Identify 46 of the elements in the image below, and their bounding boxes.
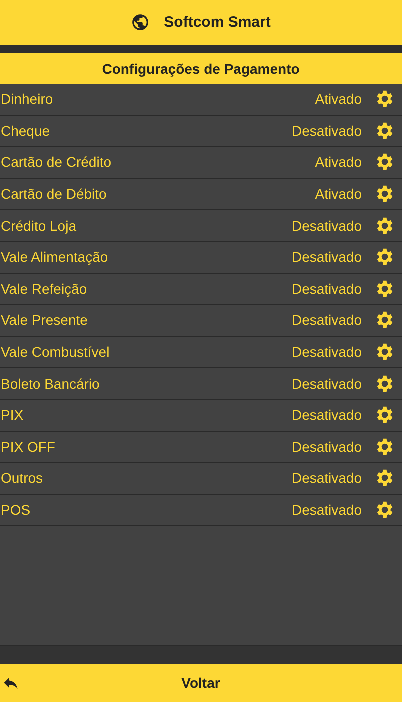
payment-method-name: Cartão de Crédito	[1, 154, 113, 170]
status-label: Desativado	[292, 438, 362, 455]
payment-method-name: Dinheiro	[1, 91, 54, 108]
settings-icon[interactable]	[376, 122, 394, 140]
settings-icon[interactable]	[376, 501, 394, 520]
settings-icon[interactable]	[376, 438, 394, 456]
payment-method-name: Crédito Loja	[1, 218, 78, 234]
payment-method-name: POS	[1, 502, 32, 518]
payment-method-name: Cheque	[1, 122, 52, 139]
payment-method-name: Vale Presente	[1, 312, 89, 328]
status-label: Desativado	[292, 312, 362, 328]
payment-method-name: Vale Combustível	[1, 344, 111, 360]
settings-icon[interactable]	[376, 406, 394, 424]
app-title: Softcom Smart	[164, 14, 271, 31]
status-label: Desativado	[292, 344, 362, 360]
section-title: Configurações de Pagamento	[0, 53, 402, 84]
status-label: Desativado	[292, 376, 362, 392]
status-label: Desativado	[292, 218, 362, 234]
status-label: Desativado	[292, 502, 362, 518]
payment-method-name: Vale Refeição	[1, 280, 88, 297]
settings-icon[interactable]	[376, 248, 394, 266]
status-label: Ativado	[315, 91, 362, 108]
settings-icon[interactable]	[376, 311, 394, 330]
payment-method-name: PIX OFF	[1, 438, 56, 455]
payment-method-name: Outros	[1, 470, 44, 486]
status-label: Desativado	[292, 249, 362, 266]
status-label: Desativado	[292, 122, 362, 139]
settings-icon[interactable]	[376, 185, 394, 204]
payment-method-name: Vale Alimentação	[1, 249, 110, 266]
settings-icon[interactable]	[376, 153, 394, 172]
settings-icon[interactable]	[376, 280, 394, 298]
settings-icon[interactable]	[376, 90, 394, 108]
status-label: Desativado	[292, 470, 362, 486]
settings-icon[interactable]	[376, 343, 394, 362]
payment-method-name: Cartão de Débito	[1, 186, 108, 202]
status-label: Desativado	[292, 280, 362, 297]
settings-icon[interactable]	[376, 469, 394, 488]
status-label: Ativado	[315, 186, 362, 202]
status-label: Ativado	[315, 154, 362, 170]
payment-method-name: Boleto Bancário	[1, 376, 101, 392]
back-button[interactable]: Voltar	[0, 664, 402, 702]
settings-icon[interactable]	[376, 216, 394, 235]
payment-method-name: PIX	[1, 407, 25, 424]
settings-icon[interactable]	[376, 374, 394, 393]
status-label: Desativado	[292, 407, 362, 424]
globe-icon	[131, 13, 150, 32]
